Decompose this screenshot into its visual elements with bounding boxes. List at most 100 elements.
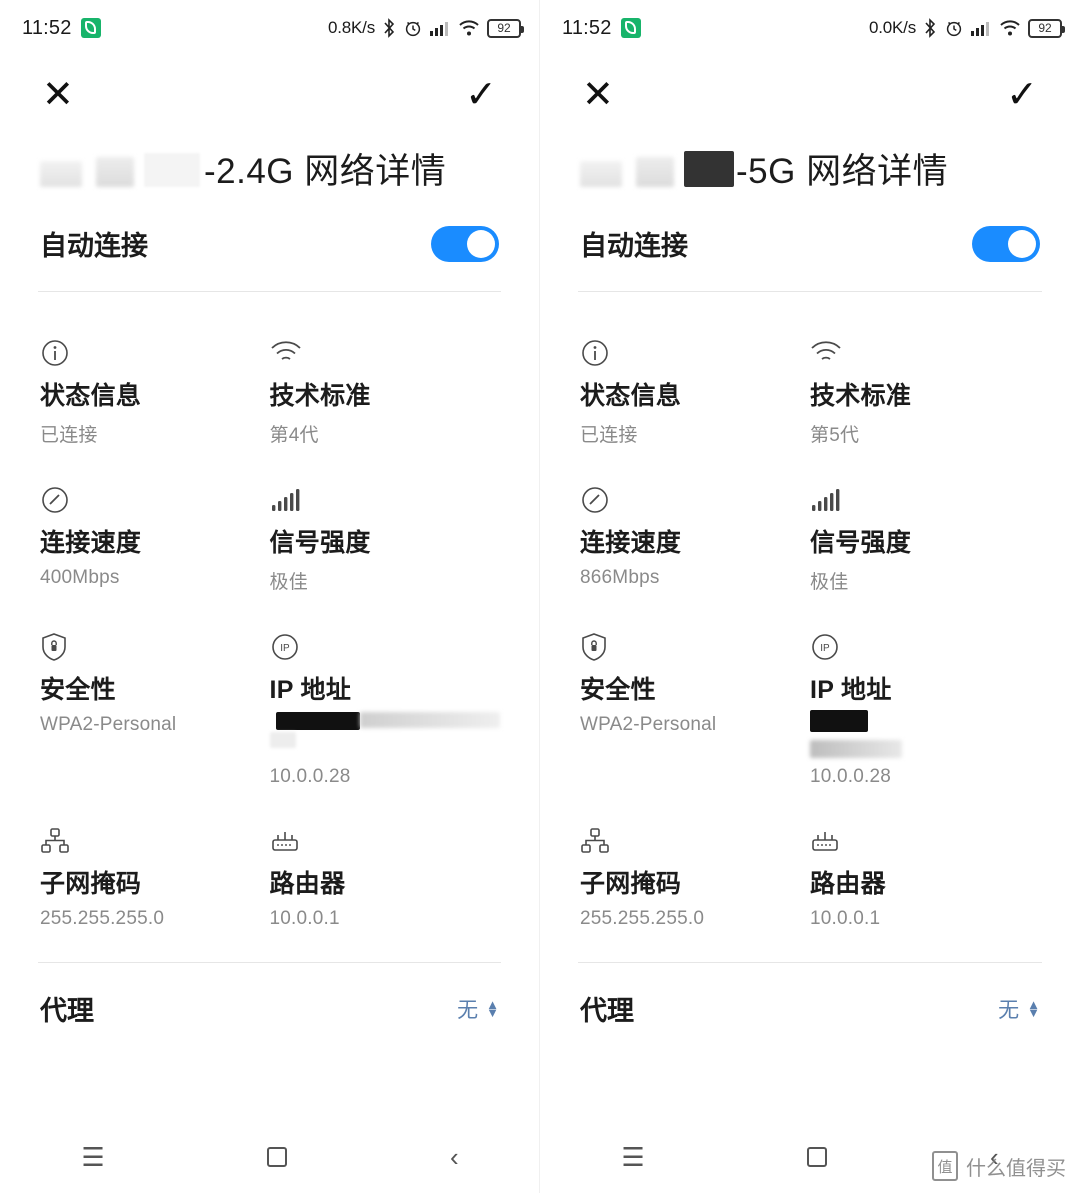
watermark: 值 什么值得买	[932, 1151, 1066, 1181]
signal-bars-icon	[810, 481, 1040, 519]
network-info-grid: 状态信息 已连接 技术标准 第4代 连接速度 400Mbps 信号强度 极佳 安…	[0, 292, 539, 948]
status-bar: 11:52 0.8K/s 92	[0, 0, 539, 56]
battery-icon: 92	[487, 18, 524, 38]
confirm-check-icon[interactable]: ✓	[465, 72, 497, 117]
network-speed-text: 0.0K/s	[869, 18, 916, 37]
info-cell-signal: 信号强度 极佳	[810, 465, 1040, 612]
bluetooth-icon	[382, 18, 397, 38]
info-value: 第4代	[269, 425, 319, 446]
status-clock: 11:52	[22, 16, 72, 39]
status-left-group: 11:52	[22, 17, 101, 40]
page-title-wrap: -5G 网络详情	[540, 132, 1080, 202]
nfc-icon	[620, 18, 641, 38]
battery-icon: 92	[1028, 18, 1065, 38]
proxy-value-select[interactable]: 无 ▲ ▼	[457, 994, 499, 1024]
info-value: 255.255.255.0	[40, 908, 165, 929]
wifi-icon	[810, 334, 1040, 372]
close-icon[interactable]: ✕	[582, 72, 614, 117]
nfc-icon	[80, 18, 101, 38]
info-cell-router: 路由器 10.0.0.1	[270, 806, 500, 948]
info-value: 极佳	[269, 572, 308, 593]
status-left-group: 11:52	[562, 17, 641, 40]
info-title: 子网掩码	[580, 870, 682, 898]
info-cell-subnet: 子网掩码 255.255.255.0	[580, 806, 810, 948]
back-chevron-icon[interactable]: ‹	[450, 1142, 459, 1173]
status-clock: 11:52	[562, 16, 612, 39]
auto-connect-label: 自动连接	[40, 231, 148, 261]
auto-connect-row[interactable]: 自动连接	[540, 202, 1080, 291]
redacted-ssid-part-2	[636, 157, 674, 187]
shield-lock-icon	[580, 628, 810, 666]
info-value: 866Mbps	[580, 567, 660, 588]
redacted-ssid-part-1	[40, 161, 82, 187]
subnet-icon	[40, 822, 270, 860]
status-right-group: 0.8K/s 92	[328, 18, 524, 38]
info-value: WPA2-Personal	[580, 714, 717, 735]
alarm-icon	[945, 19, 963, 37]
page-title-wrap: -2.4G 网络详情	[0, 132, 539, 202]
info-value: 极佳	[810, 572, 849, 593]
bluetooth-icon	[923, 18, 938, 38]
status-bar: 11:52 0.0K/s 92	[540, 0, 1080, 56]
info-value: 255.255.255.0	[580, 908, 705, 929]
info-value: 已连接	[580, 425, 638, 446]
info-title: 路由器	[810, 870, 886, 898]
proxy-row[interactable]: 代理 无 ▲ ▼	[0, 963, 539, 1028]
router-icon	[810, 822, 1040, 860]
proxy-value-select[interactable]: 无 ▲ ▼	[998, 994, 1040, 1024]
stepper-chevrons-icon[interactable]: ▲ ▼	[486, 998, 499, 1019]
network-speed-text: 0.8K/s	[328, 18, 375, 37]
stepper-chevrons-icon[interactable]: ▲ ▼	[1027, 998, 1040, 1020]
status-right-group: 0.0K/s 92	[869, 18, 1065, 38]
info-title: IP 地址	[810, 676, 892, 704]
watermark-logo-icon: 值	[932, 1151, 958, 1181]
info-title: 技术标准	[269, 382, 371, 410]
auto-connect-toggle[interactable]	[431, 225, 499, 262]
info-value: 第5代	[810, 425, 860, 446]
info-title: 安全性	[580, 676, 656, 704]
info-title: 状态信息	[580, 382, 682, 410]
info-title: 连接速度	[580, 529, 682, 557]
info-value: WPA2-Personal	[40, 714, 177, 735]
info-title: 路由器	[269, 870, 346, 898]
router-icon	[270, 822, 500, 860]
proxy-row[interactable]: 代理 无 ▲ ▼	[540, 963, 1080, 1028]
info-cell-router: 路由器 10.0.0.1	[810, 806, 1040, 948]
redaction-bar	[810, 710, 868, 732]
info-title: 状态信息	[40, 382, 142, 410]
info-title: 信号强度	[810, 529, 912, 557]
ip-circle-icon: IP	[270, 628, 500, 666]
info-value: 400Mbps	[40, 567, 120, 588]
home-square-icon[interactable]	[807, 1147, 828, 1167]
info-cell-subnet: 子网掩码 255.255.255.0	[40, 806, 270, 948]
network-info-grid: 状态信息 已连接 技术标准 第5代 连接速度 866Mbps 信号强度 极佳 安…	[540, 292, 1080, 948]
info-title: IP 地址	[269, 676, 352, 704]
alarm-icon	[404, 19, 422, 37]
confirm-check-icon[interactable]: ✓	[1006, 72, 1038, 117]
redacted-ssid-part-3	[144, 153, 200, 187]
svg-text:IP: IP	[820, 643, 830, 654]
wifi-icon	[999, 19, 1021, 37]
info-title: 信号强度	[269, 529, 371, 557]
menu-icon[interactable]: ☰	[81, 1142, 104, 1173]
redaction-bar	[810, 740, 902, 758]
info-cell-linkspeed: 连接速度 400Mbps	[40, 465, 270, 612]
info-value: 10.0.0.1	[269, 908, 340, 929]
auto-connect-row[interactable]: 自动连接	[0, 202, 539, 291]
page-title-text: -5G 网络详情	[736, 152, 949, 191]
home-square-icon[interactable]	[267, 1147, 288, 1167]
info-cell-standard: 技术标准 第4代	[270, 318, 500, 465]
page-title: -2.4G 网络详情	[40, 142, 499, 202]
battery-level-text: 92	[1038, 21, 1052, 35]
chevron-down-icon: ▼	[1027, 1004, 1040, 1020]
menu-icon[interactable]: ☰	[621, 1142, 644, 1173]
auto-connect-toggle[interactable]	[972, 225, 1040, 262]
redacted-ssid-part-2	[96, 157, 134, 187]
close-icon[interactable]: ✕	[42, 72, 74, 117]
ip-circle-icon: IP	[810, 628, 1040, 666]
redacted-ipv6-block	[810, 710, 1040, 766]
subnet-icon	[580, 822, 810, 860]
auto-connect-label: 自动连接	[580, 231, 688, 261]
wifi-icon	[270, 334, 500, 372]
proxy-label: 代理	[40, 996, 94, 1026]
